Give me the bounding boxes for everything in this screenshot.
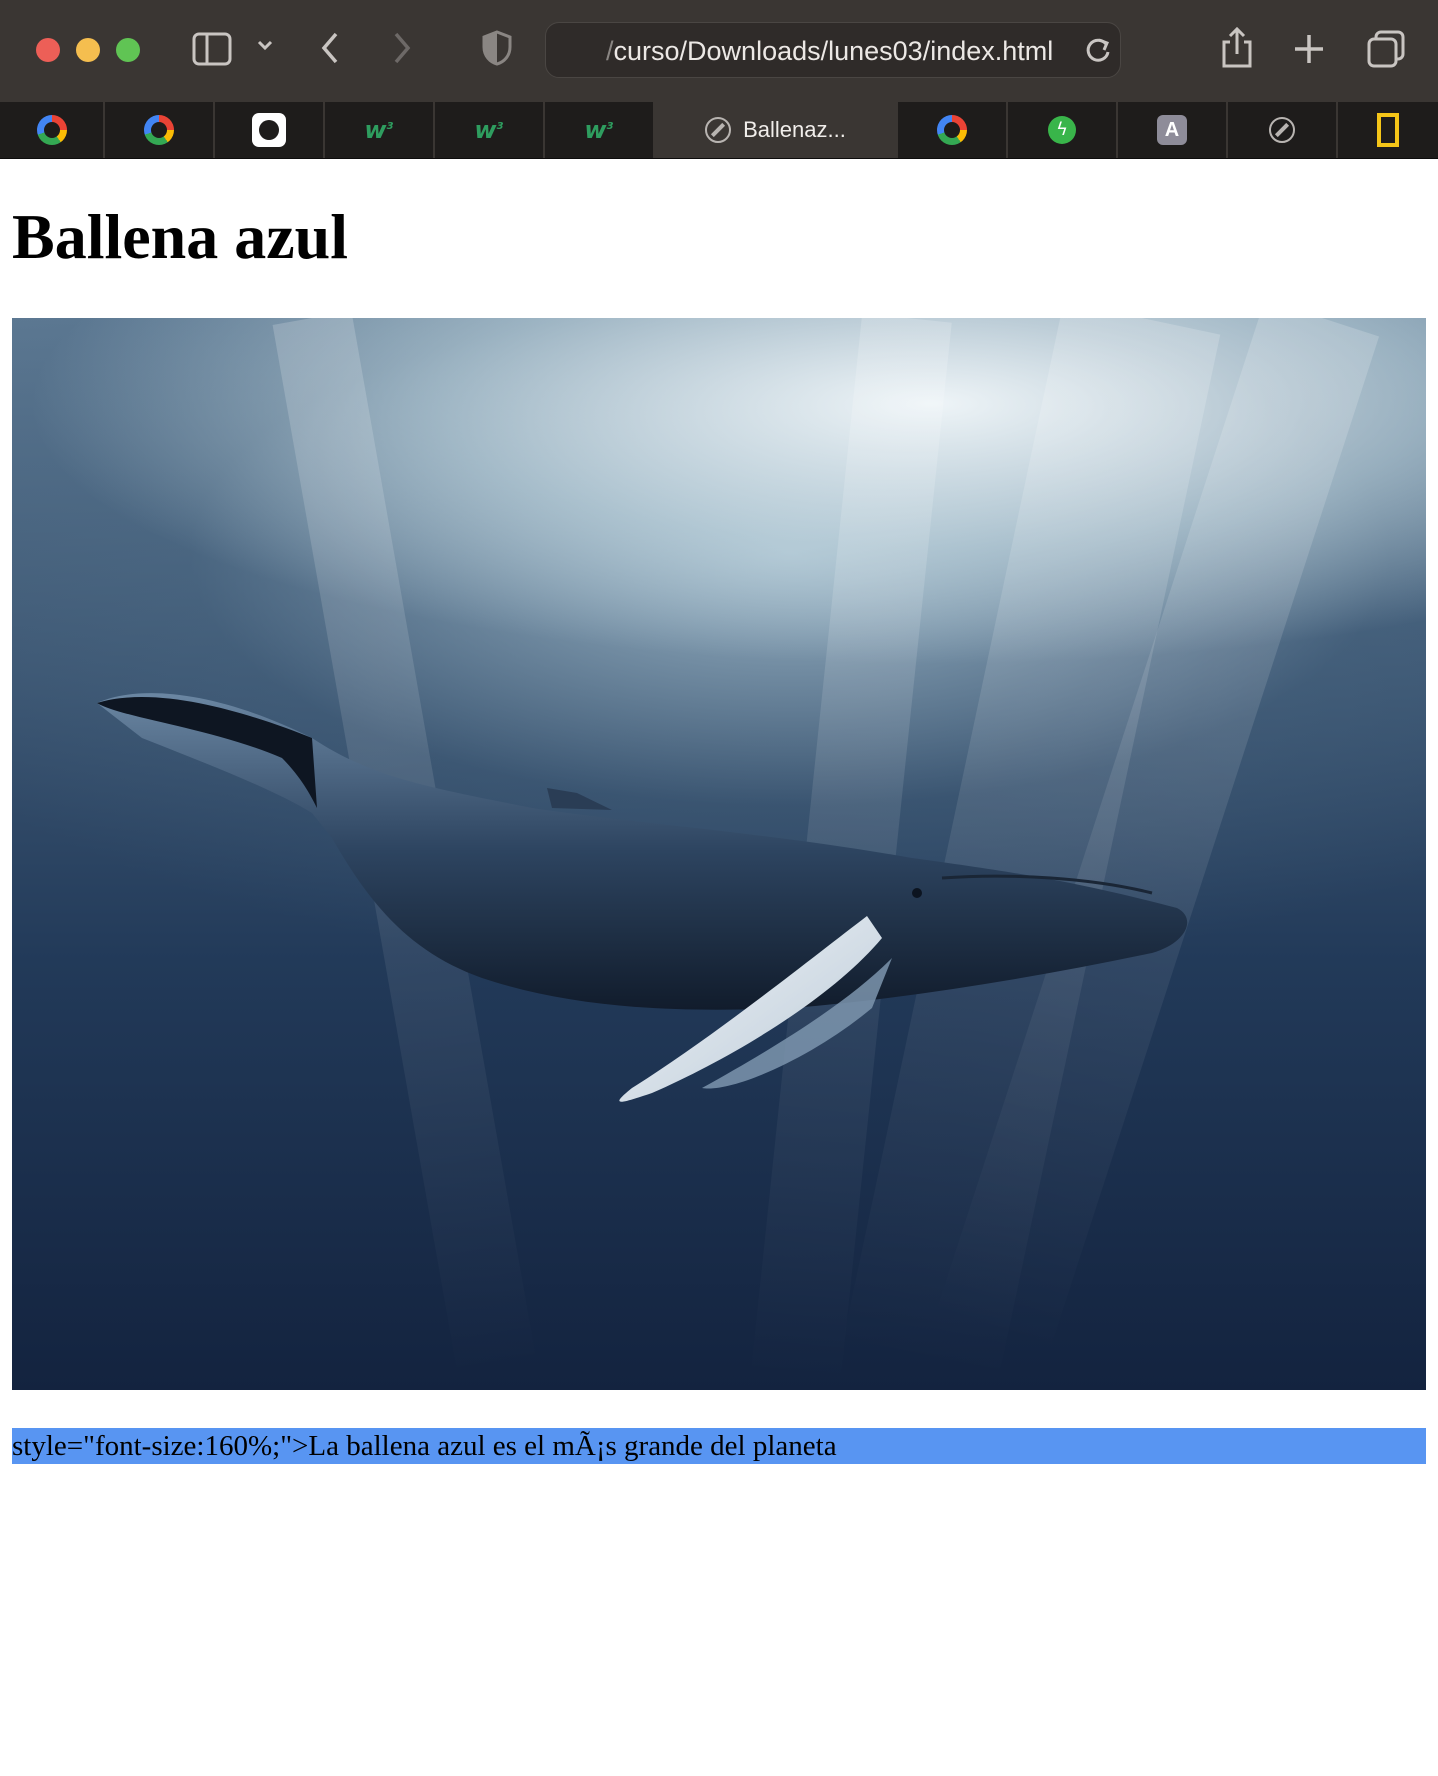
sidebar-toggle-icon[interactable] — [192, 32, 232, 70]
browser-toolbar: /curso/Downloads/lunes03/index.html — [0, 0, 1438, 102]
chevron-down-icon[interactable] — [256, 36, 274, 58]
w3schools-icon: w3 — [364, 116, 394, 144]
tab-github[interactable] — [215, 102, 325, 158]
tab-compass[interactable] — [1228, 102, 1338, 158]
address-bar[interactable]: /curso/Downloads/lunes03/index.html — [545, 22, 1121, 78]
tab-google-2[interactable] — [105, 102, 215, 158]
page-heading: Ballena azul — [12, 201, 349, 272]
tab-overview-icon[interactable] — [1366, 30, 1406, 72]
google-icon — [144, 115, 174, 145]
a-icon: A — [1157, 115, 1187, 145]
tab-a[interactable]: A — [1118, 102, 1228, 158]
close-window-button[interactable] — [36, 38, 60, 62]
natgeo-icon — [1377, 113, 1399, 147]
tab-natgeo[interactable] — [1338, 102, 1438, 158]
share-icon[interactable] — [1220, 26, 1254, 74]
maximize-window-button[interactable] — [116, 38, 140, 62]
google-icon — [36, 115, 67, 145]
address-url: /curso/Downloads/lunes03/index.html — [606, 36, 1054, 66]
reload-icon[interactable] — [1084, 35, 1112, 69]
privacy-shield-icon[interactable] — [482, 30, 512, 70]
tab-ballenazul[interactable]: Ballenaz... — [655, 102, 898, 158]
tab-google-3[interactable] — [898, 102, 1008, 158]
tab-google-1[interactable] — [0, 102, 105, 158]
back-icon[interactable] — [318, 30, 342, 70]
w3schools-icon: w3 — [474, 116, 504, 144]
compass-icon — [705, 117, 732, 143]
caption-text: style="font-size:160%;">La ballena azul … — [12, 1428, 1426, 1464]
tab-title: Ballenaz... — [743, 117, 846, 142]
whale-image — [12, 318, 1426, 1390]
bolt-icon: ϟ — [1048, 116, 1076, 144]
tab-w3schools-1[interactable]: w3 — [325, 102, 435, 158]
google-icon — [937, 115, 967, 145]
tab-bolt[interactable]: ϟ — [1008, 102, 1118, 158]
tab-bar: w3 w3 w3 Ballenaz... ϟ A — [0, 102, 1438, 159]
tab-w3schools-3[interactable]: w3 — [545, 102, 655, 158]
forward-icon[interactable] — [390, 30, 414, 70]
compass-icon — [1269, 117, 1295, 143]
github-icon — [252, 113, 286, 147]
tab-w3schools-2[interactable]: w3 — [435, 102, 545, 158]
w3schools-icon: w3 — [584, 116, 614, 144]
minimize-window-button[interactable] — [76, 38, 100, 62]
new-tab-icon[interactable] — [1292, 32, 1326, 70]
